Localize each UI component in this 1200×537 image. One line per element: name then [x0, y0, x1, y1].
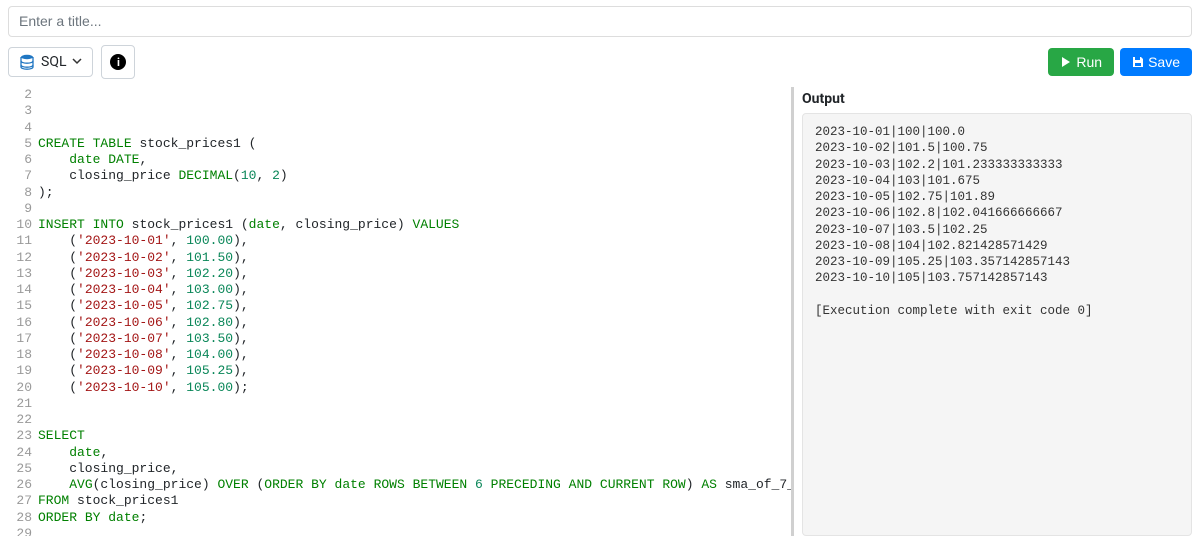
code-line[interactable]: FROM stock_prices1	[38, 493, 791, 509]
code-line[interactable]: ('2023-10-08', 104.00),	[38, 347, 791, 363]
code-line[interactable]: closing_price DECIMAL(10, 2)	[38, 168, 791, 184]
database-icon	[19, 54, 35, 70]
output-line: 2023-10-02|101.5|100.75	[815, 140, 1179, 156]
output-line: 2023-10-06|102.8|102.041666666667	[815, 205, 1179, 221]
code-line[interactable]: );	[38, 185, 791, 201]
code-line[interactable]: ('2023-10-06', 102.80),	[38, 315, 791, 331]
title-bar	[8, 6, 1192, 37]
code-line[interactable]: date DATE,	[38, 152, 791, 168]
play-icon	[1060, 56, 1072, 68]
main-area: 2345678910111213141516171819202122232425…	[0, 87, 1200, 536]
save-label: Save	[1148, 54, 1180, 70]
output-title: Output	[802, 87, 1192, 113]
code-line[interactable]: ('2023-10-10', 105.00);	[38, 380, 791, 396]
title-input[interactable]	[19, 13, 1181, 29]
output-line	[815, 287, 1179, 303]
code-line[interactable]	[38, 103, 791, 119]
line-gutter: 2345678910111213141516171819202122232425…	[8, 87, 38, 536]
language-label: SQL	[41, 54, 66, 70]
code-line[interactable]: ('2023-10-07', 103.50),	[38, 331, 791, 347]
output-line: 2023-10-03|102.2|101.233333333333	[815, 157, 1179, 173]
code-line[interactable]	[38, 396, 791, 412]
code-line[interactable]: ('2023-10-01', 100.00),	[38, 233, 791, 249]
code-line[interactable]	[38, 120, 791, 136]
code-editor[interactable]: 2345678910111213141516171819202122232425…	[8, 87, 791, 536]
language-select[interactable]: SQL	[8, 47, 93, 77]
output-line: 2023-10-05|102.75|101.89	[815, 189, 1179, 205]
output-pane: Output 2023-10-01|100|100.02023-10-02|10…	[802, 87, 1192, 536]
code-line[interactable]: ('2023-10-05', 102.75),	[38, 298, 791, 314]
run-button[interactable]: Run	[1048, 48, 1114, 76]
code-line[interactable]: SELECT	[38, 428, 791, 444]
output-line: [Execution complete with exit code 0]	[815, 303, 1179, 319]
chevron-down-icon	[72, 55, 82, 69]
run-label: Run	[1076, 54, 1102, 70]
output-line: 2023-10-07|103.5|102.25	[815, 222, 1179, 238]
output-body: 2023-10-01|100|100.02023-10-02|101.5|100…	[802, 113, 1192, 536]
code-line[interactable]: ('2023-10-09', 105.25),	[38, 363, 791, 379]
output-line: 2023-10-08|104|102.821428571429	[815, 238, 1179, 254]
code-line[interactable]: CREATE TABLE stock_prices1 (	[38, 136, 791, 152]
toolbar: SQL i Run Save	[0, 41, 1200, 87]
info-button[interactable]: i	[101, 45, 135, 79]
editor-pane: 2345678910111213141516171819202122232425…	[8, 87, 794, 536]
output-line: 2023-10-09|105.25|103.357142857143	[815, 254, 1179, 270]
code-line[interactable]: date,	[38, 445, 791, 461]
info-icon: i	[110, 54, 126, 70]
output-line: 2023-10-10|105|103.757142857143	[815, 270, 1179, 286]
code-line[interactable]: INSERT INTO stock_prices1 (date, closing…	[38, 217, 791, 233]
code-line[interactable]: ORDER BY date;	[38, 510, 791, 526]
output-line: 2023-10-04|103|101.675	[815, 173, 1179, 189]
code-line[interactable]	[38, 87, 791, 103]
code-line[interactable]: ('2023-10-02', 101.50),	[38, 250, 791, 266]
code-line[interactable]: AVG(closing_price) OVER (ORDER BY date R…	[38, 477, 791, 493]
code-line[interactable]: ('2023-10-03', 102.20),	[38, 266, 791, 282]
code-line[interactable]	[38, 201, 791, 217]
code-line[interactable]: ('2023-10-04', 103.00),	[38, 282, 791, 298]
code-lines[interactable]: CREATE TABLE stock_prices1 ( date DATE, …	[38, 87, 791, 536]
save-button[interactable]: Save	[1120, 48, 1192, 76]
save-icon	[1132, 56, 1144, 68]
code-line[interactable]	[38, 412, 791, 428]
code-line[interactable]: closing_price,	[38, 461, 791, 477]
output-line: 2023-10-01|100|100.0	[815, 124, 1179, 140]
